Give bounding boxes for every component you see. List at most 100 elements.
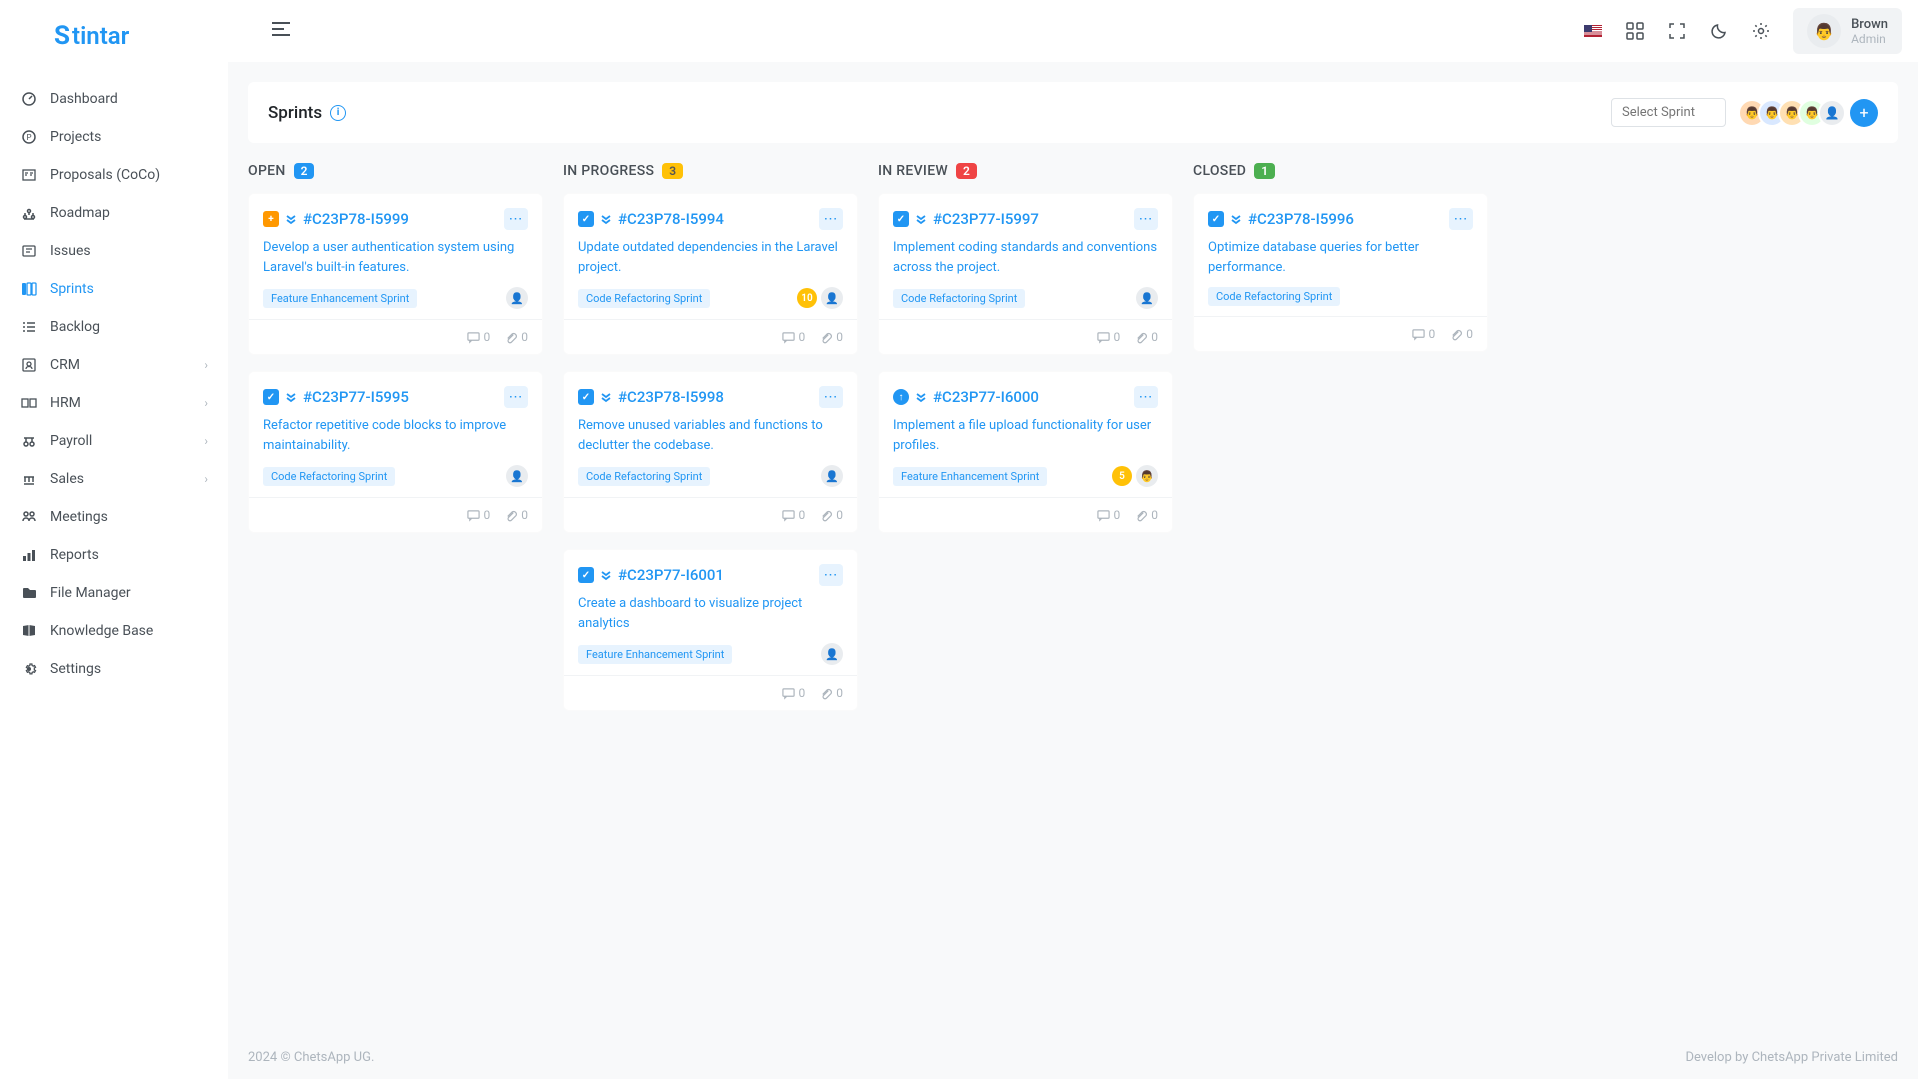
- issue-card[interactable]: ✓#C23P78-I5996⋯Optimize database queries…: [1193, 193, 1488, 352]
- card-more-button[interactable]: ⋯: [504, 386, 528, 408]
- add-member-button[interactable]: +: [1850, 99, 1878, 127]
- attachments-count[interactable]: 0: [1134, 508, 1158, 522]
- issue-title: Implement a file upload functionality fo…: [893, 416, 1158, 455]
- attachments-count[interactable]: 0: [504, 508, 528, 522]
- sidebar-item-hrm[interactable]: HRM›: [0, 384, 228, 422]
- sidebar-item-dashboard[interactable]: Dashboard: [0, 80, 228, 118]
- attachments-count[interactable]: 0: [1449, 327, 1473, 341]
- sidebar-item-settings[interactable]: Settings: [0, 650, 228, 688]
- issue-title: Refactor repetitive code blocks to impro…: [263, 416, 528, 455]
- priority-icon: [600, 391, 612, 403]
- sidebar-item-filemanager[interactable]: File Manager: [0, 574, 228, 612]
- sidebar-item-sales[interactable]: Sales›: [0, 460, 228, 498]
- assignee-avatar[interactable]: 👤: [506, 465, 528, 487]
- sidebar-item-projects[interactable]: PProjects: [0, 118, 228, 156]
- sidebar-item-sprints[interactable]: Sprints: [0, 270, 228, 308]
- sprint-tag[interactable]: Code Refactoring Sprint: [893, 289, 1025, 308]
- column-title: OPEN: [248, 163, 286, 179]
- type-task-icon: ✓: [578, 389, 594, 405]
- reports-icon: [20, 546, 38, 564]
- logo[interactable]: Stintar: [0, 12, 228, 72]
- sidebar-item-label: Issues: [50, 243, 91, 259]
- card-more-button[interactable]: ⋯: [1134, 386, 1158, 408]
- attachments-count[interactable]: 0: [504, 330, 528, 344]
- card-more-button[interactable]: ⋯: [819, 564, 843, 586]
- sprint-tag[interactable]: Code Refactoring Sprint: [578, 467, 710, 486]
- sidebar-item-label: Sprints: [50, 281, 94, 297]
- attachments-count[interactable]: 0: [819, 330, 843, 344]
- comments-count[interactable]: 0: [1097, 508, 1121, 522]
- column-header: IN REVIEW2: [878, 163, 1173, 179]
- issue-card[interactable]: ✓#C23P77-I5995⋯Refactor repetitive code …: [248, 371, 543, 533]
- sidebar-item-label: Knowledge Base: [50, 623, 153, 639]
- issue-card[interactable]: ✓#C23P77-I6001⋯Create a dashboard to vis…: [563, 549, 858, 711]
- assignee-avatar[interactable]: 👤: [1136, 287, 1158, 309]
- sidebar-item-payroll[interactable]: Payroll›: [0, 422, 228, 460]
- menu-toggle-icon[interactable]: [272, 22, 296, 40]
- assignee-avatar[interactable]: 👤: [821, 287, 843, 309]
- comments-count[interactable]: 0: [467, 330, 491, 344]
- sidebar-item-label: Backlog: [50, 319, 100, 335]
- attachments-count[interactable]: 0: [819, 508, 843, 522]
- issue-card[interactable]: ↑#C23P77-I6000⋯Implement a file upload f…: [878, 371, 1173, 533]
- sprint-tag[interactable]: Feature Enhancement Sprint: [263, 289, 417, 308]
- sidebar: Stintar Dashboard PProjects Proposals (CoC…: [0, 0, 228, 1079]
- card-more-button[interactable]: ⋯: [1449, 208, 1473, 230]
- theme-toggle-icon[interactable]: [1709, 21, 1729, 41]
- issue-card[interactable]: ✓#C23P77-I5997⋯Implement coding standard…: [878, 193, 1173, 355]
- card-more-button[interactable]: ⋯: [504, 208, 528, 230]
- info-icon[interactable]: i: [330, 105, 346, 121]
- column-title: IN PROGRESS: [563, 163, 654, 179]
- issue-id: #C23P77-I6000: [933, 388, 1039, 406]
- avatar-empty[interactable]: 👤: [1818, 99, 1846, 127]
- type-task-icon: ✓: [1208, 211, 1224, 227]
- sidebar-item-proposalscoco[interactable]: Proposals (CoCo): [0, 156, 228, 194]
- comments-count[interactable]: 0: [467, 508, 491, 522]
- assignee-avatar[interactable]: 👤: [821, 465, 843, 487]
- sidebar-item-label: Dashboard: [50, 91, 118, 107]
- comments-count[interactable]: 0: [782, 330, 806, 344]
- issue-card[interactable]: +#C23P78-I5999⋯Develop a user authentica…: [248, 193, 543, 355]
- roadmap-icon: [20, 204, 38, 222]
- issue-card[interactable]: ✓#C23P78-I5998⋯Remove unused variables a…: [563, 371, 858, 533]
- assignee-avatar[interactable]: 👨: [1136, 465, 1158, 487]
- apps-icon[interactable]: [1625, 21, 1645, 41]
- language-flag[interactable]: [1583, 21, 1603, 41]
- sprint-tag[interactable]: Feature Enhancement Sprint: [578, 645, 732, 664]
- settings-icon[interactable]: [1751, 21, 1771, 41]
- attachments-count[interactable]: 0: [1134, 330, 1158, 344]
- assignee-avatar[interactable]: 👤: [821, 643, 843, 665]
- sidebar-item-issues[interactable]: Issues: [0, 232, 228, 270]
- select-sprint-input[interactable]: [1611, 98, 1726, 127]
- sprint-tag[interactable]: Code Refactoring Sprint: [1208, 287, 1340, 306]
- card-more-button[interactable]: ⋯: [819, 386, 843, 408]
- comments-count[interactable]: 0: [1097, 330, 1121, 344]
- column-closed: CLOSED1✓#C23P78-I5996⋯Optimize database …: [1193, 163, 1488, 1016]
- comments-count[interactable]: 0: [1412, 327, 1436, 341]
- sidebar-item-label: Proposals (CoCo): [50, 167, 160, 183]
- assignee-avatar[interactable]: 👤: [506, 287, 528, 309]
- sidebar-item-knowledgebase[interactable]: Knowledge Base: [0, 612, 228, 650]
- sidebar-item-crm[interactable]: CRM›: [0, 346, 228, 384]
- sprint-tag[interactable]: Code Refactoring Sprint: [578, 289, 710, 308]
- sidebar-item-backlog[interactable]: Backlog: [0, 308, 228, 346]
- chevron-right-icon: ›: [204, 434, 208, 448]
- comments-count[interactable]: 0: [782, 686, 806, 700]
- sidebar-item-meetings[interactable]: Meetings: [0, 498, 228, 536]
- sprint-tag[interactable]: Code Refactoring Sprint: [263, 467, 395, 486]
- comments-count[interactable]: 0: [782, 508, 806, 522]
- sprint-tag[interactable]: Feature Enhancement Sprint: [893, 467, 1047, 486]
- attachments-count[interactable]: 0: [819, 686, 843, 700]
- sidebar-item-label: Settings: [50, 661, 101, 677]
- sidebar-item-reports[interactable]: Reports: [0, 536, 228, 574]
- user-menu[interactable]: 👨 Brown Admin: [1793, 8, 1902, 54]
- issue-id: #C23P78-I5999: [303, 210, 409, 228]
- card-more-button[interactable]: ⋯: [1134, 208, 1158, 230]
- chevron-right-icon: ›: [204, 358, 208, 372]
- issue-card[interactable]: ✓#C23P78-I5994⋯Update outdated dependenc…: [563, 193, 858, 355]
- projects-icon: P: [20, 128, 38, 146]
- sidebar-item-roadmap[interactable]: Roadmap: [0, 194, 228, 232]
- card-more-button[interactable]: ⋯: [819, 208, 843, 230]
- fullscreen-icon[interactable]: [1667, 21, 1687, 41]
- column-title: CLOSED: [1193, 163, 1246, 179]
